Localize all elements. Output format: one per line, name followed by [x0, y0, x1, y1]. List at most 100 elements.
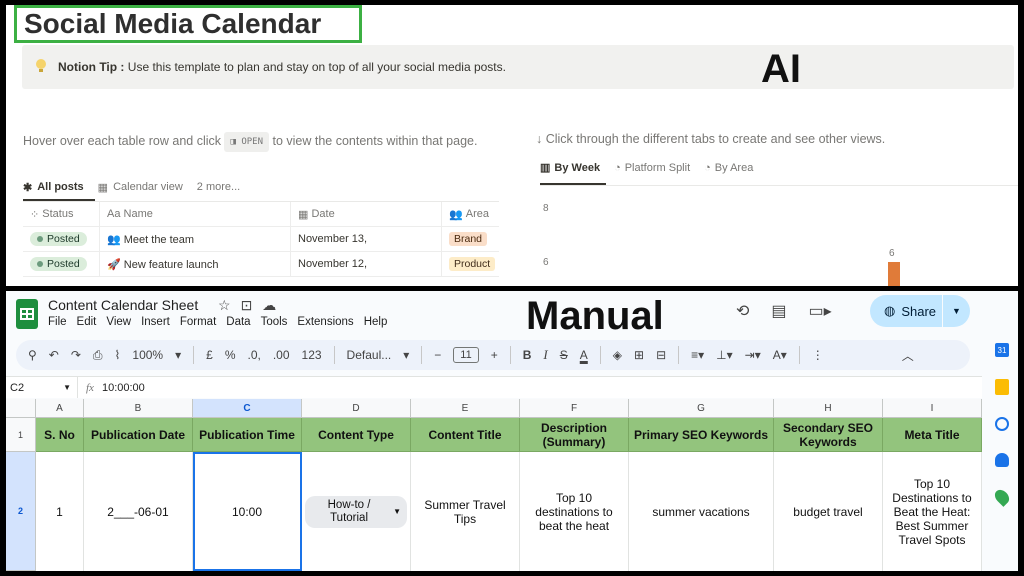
font-size-increase-button[interactable]: +	[491, 348, 498, 362]
keep-icon[interactable]	[995, 379, 1009, 395]
font-size-input[interactable]: 11	[453, 347, 479, 363]
percent-format-button[interactable]: %	[225, 348, 236, 362]
cell-s-no[interactable]: 1	[36, 452, 84, 571]
history-icon[interactable]: ⟲	[736, 301, 749, 321]
star-icon[interactable]: ☆	[218, 297, 231, 314]
view-tab-all-posts[interactable]: ✱ All posts	[23, 181, 84, 194]
header-cell-primary-seo[interactable]: Primary SEO Keywords	[629, 418, 774, 452]
header-cell-meta-title[interactable]: Meta Title	[883, 418, 982, 452]
menu-file[interactable]: File	[48, 316, 67, 328]
undo-icon[interactable]: ↶	[49, 348, 59, 362]
font-select[interactable]: Defaul...	[347, 348, 392, 362]
menu-extensions[interactable]: Extensions	[297, 316, 353, 328]
text-wrap-icon[interactable]: ⇥▾	[745, 348, 761, 362]
row-header-2[interactable]: 2	[6, 452, 36, 571]
header-cell-content-title[interactable]: Content Title	[411, 418, 520, 452]
column-header-f[interactable]: F	[520, 399, 629, 418]
select-all-corner[interactable]	[6, 399, 36, 418]
header-cell-content-type[interactable]: Content Type	[302, 418, 411, 452]
bold-button[interactable]: B	[523, 348, 532, 362]
column-header-status[interactable]: ⁘ Status	[23, 202, 100, 226]
increase-decimal-button[interactable]: .00	[273, 348, 290, 362]
comments-icon[interactable]: ▤	[771, 301, 786, 321]
column-header-c[interactable]: C	[193, 399, 302, 418]
cell-publication-date[interactable]: 2___-06-01	[84, 452, 193, 571]
cloud-status-icon[interactable]: ☁	[262, 297, 276, 314]
cell-publication-time[interactable]: 10:00	[193, 452, 302, 571]
tab-platform-split[interactable]: ◔ Platform Split	[614, 161, 690, 174]
share-dropdown-icon[interactable]: ▼	[942, 295, 970, 327]
name-box[interactable]: C2 ▼	[6, 377, 78, 398]
column-header-date[interactable]: ▦ Date	[291, 202, 442, 226]
header-cell-secondary-seo[interactable]: Secondary SEO Keywords	[774, 418, 883, 452]
column-header-e[interactable]: E	[411, 399, 520, 418]
share-button[interactable]: ◍ Share ▼	[870, 295, 970, 327]
cell-description[interactable]: Top 10 destinations to beat the heat	[520, 452, 629, 571]
cell-content-type[interactable]: How-to / Tutorial ▼	[302, 452, 411, 571]
merge-cells-icon[interactable]: ⊟	[656, 348, 666, 362]
horizontal-align-icon[interactable]: ≡▾	[691, 348, 704, 362]
cell-primary-seo[interactable]: summer vacations	[629, 452, 774, 571]
menu-view[interactable]: View	[106, 316, 131, 328]
column-header-name[interactable]: Aa Name	[100, 202, 291, 226]
menu-data[interactable]: Data	[226, 316, 250, 328]
header-cell-description[interactable]: Description (Summary)	[520, 418, 629, 452]
cell-content-title[interactable]: Summer Travel Tips	[411, 452, 520, 571]
cell-meta-title[interactable]: Top 10 Destinations to Beat the Heat: Be…	[883, 452, 982, 571]
zoom-select[interactable]: 100%	[132, 348, 163, 362]
text-color-button[interactable]: A	[580, 348, 588, 362]
maps-icon[interactable]	[992, 487, 1012, 507]
cell-secondary-seo[interactable]: budget travel	[774, 452, 883, 571]
header-cell-publication-date[interactable]: Publication Date	[84, 418, 193, 452]
tab-by-area[interactable]: ◔ By Area	[704, 161, 753, 174]
header-cell-publication-time[interactable]: Publication Time	[193, 418, 302, 452]
content-type-dropdown[interactable]: How-to / Tutorial ▼	[305, 495, 407, 528]
number-format-button[interactable]: 123	[302, 348, 322, 362]
column-header-i[interactable]: I	[883, 399, 982, 418]
column-header-a[interactable]: A	[36, 399, 84, 418]
row-name[interactable]: 👥 Meet the team	[100, 227, 291, 251]
tasks-icon[interactable]	[995, 417, 1009, 431]
column-header-d[interactable]: D	[302, 399, 411, 418]
meet-icon[interactable]: ▭▸	[809, 301, 832, 321]
document-title[interactable]: Content Calendar Sheet	[48, 297, 198, 313]
contacts-icon[interactable]	[995, 453, 1009, 467]
collapse-toolbar-icon[interactable]: ︿	[902, 347, 914, 364]
vertical-align-icon[interactable]: ⊥▾	[716, 348, 732, 362]
move-folder-icon[interactable]: ⊡	[241, 297, 253, 314]
borders-icon[interactable]: ⊞	[634, 348, 644, 362]
text-rotation-icon[interactable]: A▾	[773, 348, 787, 362]
chevron-down-icon[interactable]: ▾	[175, 348, 181, 362]
decrease-decimal-button[interactable]: .0,	[247, 348, 260, 362]
calendar-icon[interactable]: 31	[995, 343, 1009, 357]
paint-format-icon[interactable]: ⌇	[115, 348, 121, 362]
currency-format-button[interactable]: £	[206, 348, 213, 362]
chevron-down-icon[interactable]: ▾	[403, 348, 409, 362]
column-header-area[interactable]: 👥 Area	[442, 202, 499, 226]
formula-input[interactable]: 10:00:00	[102, 382, 145, 394]
tab-by-week[interactable]: ▥ By Week	[540, 161, 600, 175]
header-cell-s-no[interactable]: S. No	[36, 418, 84, 452]
menu-format[interactable]: Format	[180, 316, 216, 328]
menu-help[interactable]: Help	[364, 316, 388, 328]
menu-edit[interactable]: Edit	[77, 316, 97, 328]
column-header-h[interactable]: H	[774, 399, 883, 418]
table-row[interactable]: Posted 🚀 New feature launch November 12,…	[23, 252, 499, 277]
view-tab-calendar[interactable]: ▦ Calendar view	[98, 181, 183, 194]
font-size-decrease-button[interactable]: −	[434, 348, 441, 362]
print-icon[interactable]: ⎙	[93, 348, 103, 363]
italic-button[interactable]: I	[543, 347, 547, 363]
view-more-button[interactable]: 2 more...	[197, 181, 240, 193]
more-options-icon[interactable]: ⋮	[812, 348, 824, 362]
row-name[interactable]: 🚀 New feature launch	[100, 252, 291, 276]
strikethrough-button[interactable]: S	[560, 348, 568, 362]
search-icon[interactable]: ⚲	[28, 348, 37, 362]
column-header-b[interactable]: B	[84, 399, 193, 418]
redo-icon[interactable]: ↷	[71, 348, 81, 362]
fill-color-icon[interactable]: ◈	[613, 348, 622, 362]
menu-tools[interactable]: Tools	[261, 316, 288, 328]
row-header-1[interactable]: 1	[6, 418, 36, 452]
column-header-g[interactable]: G	[629, 399, 774, 418]
table-row[interactable]: Posted 👥 Meet the team November 13, Bran…	[23, 227, 499, 252]
menu-insert[interactable]: Insert	[141, 316, 170, 328]
